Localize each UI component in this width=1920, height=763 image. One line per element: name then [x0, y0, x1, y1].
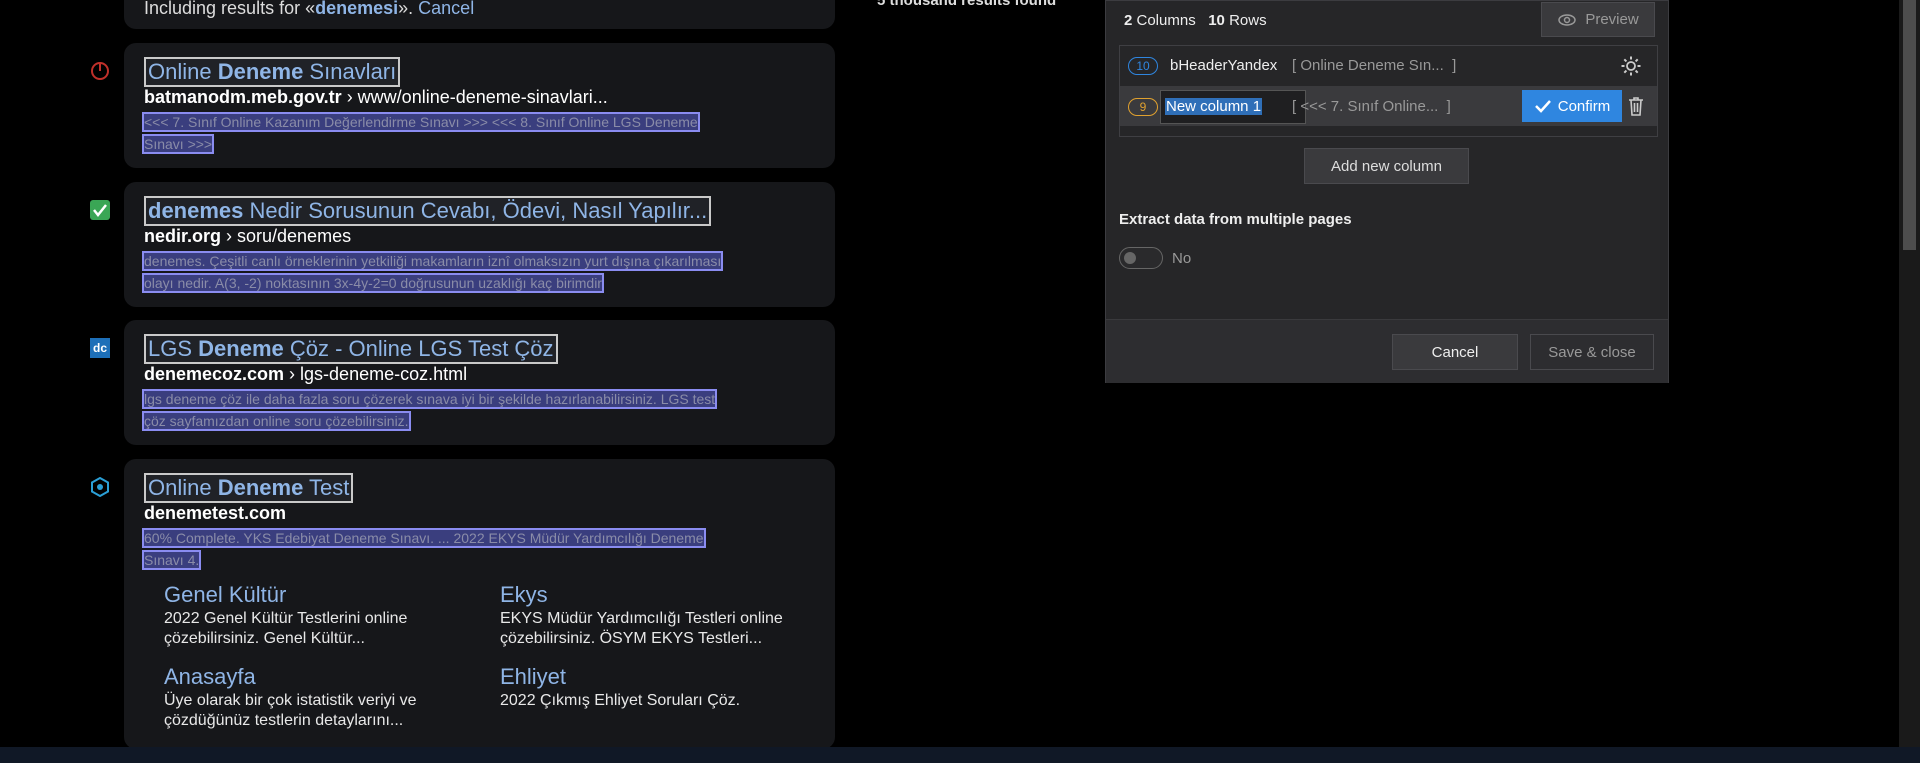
result-url-3[interactable]: denemecoz.com › lgs-deneme-coz.html	[144, 364, 467, 385]
preview-label: Preview	[1585, 11, 1639, 28]
checkmark-icon	[90, 200, 110, 220]
sitelink-desc: Üye olarak bir çok istatistik veriyi ve …	[164, 692, 417, 729]
result-url-4[interactable]: denemetest.com	[144, 503, 286, 524]
column-name: bHeaderYandex	[1170, 57, 1278, 74]
result-snippet-1: <<< 7. Sınıf Online Kazanım Değerlendirm…	[141, 112, 700, 154]
sitelink-desc: 2022 Genel Kültür Testlerini online çöze…	[164, 610, 408, 647]
results-count: 5 thousand results found	[877, 0, 1057, 9]
misspell-term[interactable]: denemesi	[315, 0, 398, 18]
result-card-3: LGS Deneme Çöz - Online LGS Test Çöz den…	[124, 320, 835, 445]
confirm-label: Confirm	[1557, 97, 1611, 115]
misspell-prefix: Including results for «	[144, 0, 316, 18]
result-title-1[interactable]: Online Deneme Sınavları	[144, 57, 401, 87]
save-close-button[interactable]: Save & close	[1530, 334, 1654, 370]
cancel-button[interactable]: Cancel	[1392, 334, 1518, 370]
dialog-footer: Cancel Save & close	[1106, 319, 1668, 383]
column-badge: 9	[1128, 98, 1158, 116]
misspell-cancel-link[interactable]: Cancel	[418, 0, 474, 18]
column-badge: 10	[1128, 57, 1158, 75]
column-name-input[interactable]: New column 1	[1160, 90, 1306, 124]
scrollbar-thumb[interactable]	[1903, 0, 1916, 250]
misspell-notice: Including results for «denemesi». Cancel	[144, 0, 474, 19]
column-row-1[interactable]: 10 bHeaderYandex [ Online Deneme Sın... …	[1120, 46, 1657, 86]
hexagon-icon	[90, 477, 110, 497]
result-title-3[interactable]: LGS Deneme Çöz - Online LGS Test Çöz	[144, 334, 558, 364]
columns-rows-summary: 2 Columns 10 Rows	[1124, 12, 1267, 29]
toggle-state: No	[1172, 250, 1192, 267]
trash-icon[interactable]	[1626, 95, 1646, 122]
result-card-4: Online Deneme Test denemetest.com 60% Co…	[124, 459, 835, 749]
multi-pages-label: Extract data from multiple pages	[1119, 211, 1352, 228]
result-snippet-2: denemes. Çeşitli canlı örneklerinin yetk…	[141, 251, 724, 293]
result-card-2: denemes Nedir Sorusunun Cevabı, Ödevi, N…	[124, 182, 835, 307]
dialog-body: 2 Columns 10 Rows Preview 10 bHeaderYand…	[1106, 1, 1668, 319]
gear-icon[interactable]	[1620, 55, 1642, 82]
sitelink-ekys[interactable]: Ekys	[500, 582, 548, 608]
columns-list: 10 bHeaderYandex [ Online Deneme Sın... …	[1119, 45, 1658, 137]
column-row-2[interactable]: 9 New column 1 [ <<< 7. Sınıf Online... …	[1120, 86, 1657, 126]
result-card-1: Online Deneme Sınavları batmanodm.meb.go…	[124, 43, 835, 168]
result-url-2[interactable]: nedir.org › soru/denemes	[144, 226, 351, 247]
result-title-4[interactable]: Online Deneme Test	[144, 473, 354, 503]
multi-pages-toggle[interactable]	[1119, 247, 1163, 269]
extract-dialog: 2 Columns 10 Rows Preview 10 bHeaderYand…	[1105, 0, 1669, 383]
eye-icon	[1558, 13, 1577, 26]
power-icon	[90, 61, 110, 81]
result-snippet-4: 60% Complete. YKS Edebiyat Deneme Sınavı…	[141, 528, 706, 570]
sitelink-genel-kultur[interactable]: Genel Kültür	[164, 582, 286, 608]
misspell-suffix: ».	[398, 0, 419, 18]
confirm-button[interactable]: Confirm	[1522, 90, 1622, 122]
page-scrollbar[interactable]	[1899, 0, 1920, 747]
result-snippet-3: lgs deneme çöz ile daha fazla soru çözer…	[141, 389, 718, 431]
misspell-card: Including results for «denemesi». Cancel	[124, 0, 835, 29]
sitelink-desc: EKYS Müdür Yardımcılığı Testleri online …	[500, 610, 783, 647]
result-title-2[interactable]: denemes Nedir Sorusunun Cevabı, Ödevi, N…	[144, 196, 712, 226]
sitelink-ehliyet[interactable]: Ehliyet	[500, 664, 566, 690]
check-icon	[1534, 100, 1551, 113]
add-column-button[interactable]: Add new column	[1304, 148, 1469, 184]
preview-button[interactable]: Preview	[1541, 2, 1655, 37]
result-url-1[interactable]: batmanodm.meb.gov.tr › www/online-deneme…	[144, 87, 608, 108]
sitelink-anasayfa[interactable]: Anasayfa	[164, 664, 256, 690]
sitelink-desc: 2022 Çıkmış Ehliyet Soruları Çöz.	[500, 692, 741, 709]
column-sample: [ Online Deneme Sın... ]	[1292, 57, 1457, 74]
dc-icon: dc	[90, 338, 110, 358]
column-sample: [ <<< 7. Sınıf Online... ]	[1292, 98, 1451, 115]
taskbar	[0, 747, 1920, 763]
